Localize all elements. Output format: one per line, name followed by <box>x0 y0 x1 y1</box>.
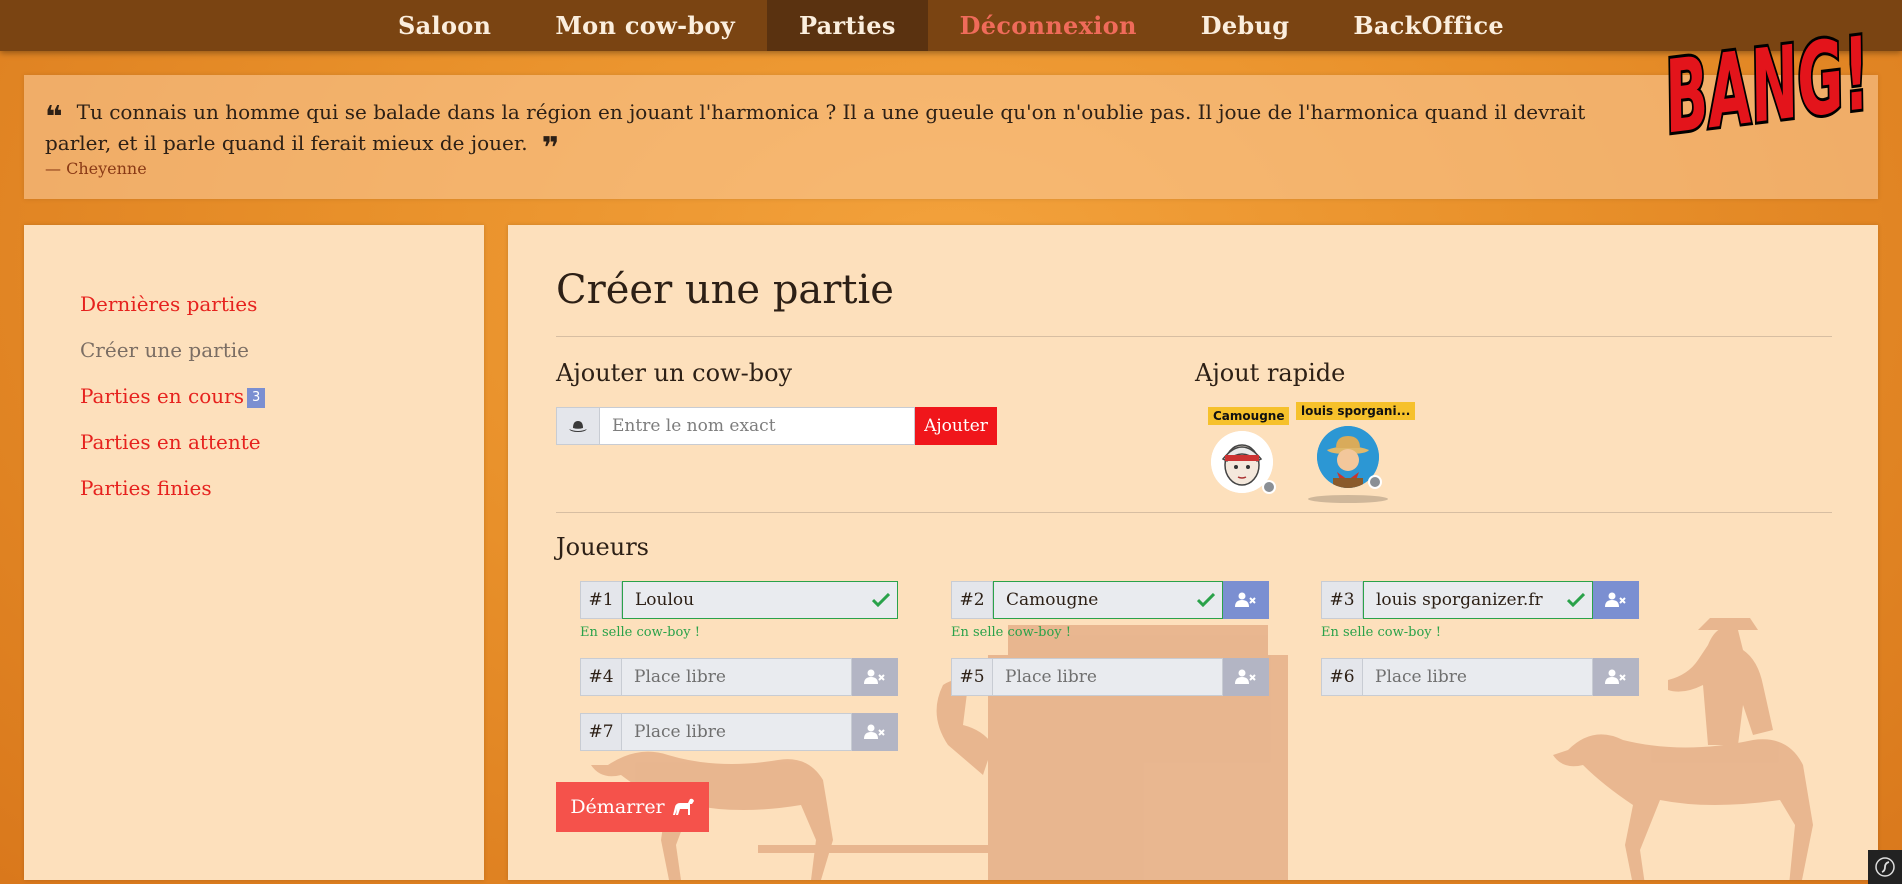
add-cowboy-group: Ajouter <box>556 407 997 445</box>
user-remove-icon <box>864 669 885 684</box>
player-2-input[interactable] <box>993 581 1223 619</box>
quick-add-title: Ajout rapide <box>1195 359 1346 387</box>
svg-text:BANG!: BANG! <box>1659 15 1877 156</box>
user-remove-icon <box>1235 669 1256 684</box>
offline-status-icon <box>1368 475 1382 489</box>
remove-player-button[interactable] <box>1593 581 1639 619</box>
sidebar-item-parties-en-attente[interactable]: Parties en attente <box>80 419 484 465</box>
sidebar: Dernières parties Créer une partie Parti… <box>24 225 484 880</box>
quote-box: ❝ Tu connais un homme qui se balade dans … <box>24 75 1878 199</box>
player-1-input[interactable] <box>622 581 898 619</box>
quick-add-name: Camougne <box>1208 407 1290 425</box>
horse-icon <box>672 798 694 815</box>
slot-number: #2 <box>951 581 993 619</box>
slot-helper-text: En selle cow-boy ! <box>1321 625 1441 640</box>
main-panel: Créer une partie Ajouter un cow-boy Ajou… <box>508 225 1878 880</box>
start-game-button[interactable]: Démarrer <box>556 782 709 832</box>
count-badge: 3 <box>246 388 266 408</box>
avatar-shadow <box>1308 495 1388 503</box>
page-title: Créer une partie <box>556 267 894 313</box>
slot-number: #7 <box>580 713 622 751</box>
sidebar-item-parties-en-cours[interactable]: Parties en cours 3 <box>80 373 484 419</box>
divider <box>556 336 1832 337</box>
nav-backoffice[interactable]: BackOffice <box>1321 0 1536 51</box>
quick-add-name: louis sporgani... <box>1296 402 1416 420</box>
user-remove-icon <box>1235 592 1256 607</box>
sidebar-item-parties-finies[interactable]: Parties finies <box>80 465 484 511</box>
slot-helper-text: En selle cow-boy ! <box>951 625 1071 640</box>
user-remove-icon <box>1605 592 1626 607</box>
sidebar-item-dernieres-parties[interactable]: Dernières parties <box>80 281 484 327</box>
nav-mon-cowboy[interactable]: Mon cow-boy <box>523 0 767 51</box>
player-slot-6: #6 <box>1321 658 1639 696</box>
player-slot-4: #4 <box>580 658 898 696</box>
remove-player-button[interactable] <box>1223 581 1269 619</box>
player-7-input[interactable] <box>622 713 852 751</box>
slot-number: #5 <box>951 658 993 696</box>
slot-number: #4 <box>580 658 622 696</box>
check-icon <box>866 581 896 619</box>
sidebar-item-label: Parties en attente <box>80 430 261 454</box>
sidebar-item-label: Créer une partie <box>80 338 249 362</box>
player-slot-1: #1 <box>580 581 898 619</box>
sidebar-item-label: Parties finies <box>80 476 212 500</box>
bang-logo[interactable]: BANG! <box>1648 0 1885 165</box>
player-slot-2: #2 <box>951 581 1269 619</box>
user-remove-icon <box>864 724 885 739</box>
cowboy-hat-icon <box>556 407 600 445</box>
divider <box>556 512 1832 513</box>
check-icon <box>1191 581 1221 619</box>
player-6-input[interactable] <box>1363 658 1593 696</box>
slot-number: #1 <box>580 581 622 619</box>
nav-debug[interactable]: Debug <box>1169 0 1322 51</box>
player-5-input[interactable] <box>993 658 1223 696</box>
quote-text: Tu connais un homme qui se balade dans l… <box>45 100 1586 155</box>
players-title: Joueurs <box>556 533 649 561</box>
player-slot-5: #5 <box>951 658 1269 696</box>
sidebar-item-creer-partie[interactable]: Créer une partie <box>80 327 484 373</box>
remove-player-button[interactable] <box>852 658 898 696</box>
quote-open-icon: ❝ <box>45 100 63 135</box>
user-remove-icon <box>1605 669 1626 684</box>
nav-deconnexion[interactable]: Déconnexion <box>928 0 1169 51</box>
quote: ❝ Tu connais un homme qui se balade dans … <box>45 97 1605 164</box>
player-slot-3: #3 <box>1321 581 1639 619</box>
check-icon <box>1561 581 1591 619</box>
sidebar-item-label: Parties en cours <box>80 384 244 408</box>
slot-number: #3 <box>1321 581 1363 619</box>
nav-parties[interactable]: Parties <box>766 0 928 51</box>
top-navbar: Saloon Mon cow-boy Parties Déconnexion D… <box>0 0 1902 51</box>
quick-add-player[interactable]: louis sporgani... <box>1296 400 1416 420</box>
symfony-debug-icon[interactable] <box>1868 850 1902 884</box>
quick-add-player[interactable]: Camougne <box>1208 405 1290 425</box>
start-game-label: Démarrer <box>570 796 665 818</box>
player-4-input[interactable] <box>622 658 852 696</box>
slot-number: #6 <box>1321 658 1363 696</box>
quote-close-icon: ❞ <box>541 131 560 166</box>
add-cowboy-title: Ajouter un cow-boy <box>556 359 793 387</box>
remove-player-button[interactable] <box>1223 658 1269 696</box>
remove-player-button[interactable] <box>1593 658 1639 696</box>
nav-saloon[interactable]: Saloon <box>366 0 523 51</box>
player-3-input[interactable] <box>1363 581 1593 619</box>
sidebar-item-label: Dernières parties <box>80 292 258 316</box>
slot-helper-text: En selle cow-boy ! <box>580 625 700 640</box>
remove-player-button[interactable] <box>852 713 898 751</box>
add-cowboy-button[interactable]: Ajouter <box>915 407 997 445</box>
player-slot-7: #7 <box>580 713 898 751</box>
cowboy-name-input[interactable] <box>600 407 915 445</box>
offline-status-icon <box>1262 480 1276 494</box>
quote-author: — Cheyenne <box>45 159 147 178</box>
